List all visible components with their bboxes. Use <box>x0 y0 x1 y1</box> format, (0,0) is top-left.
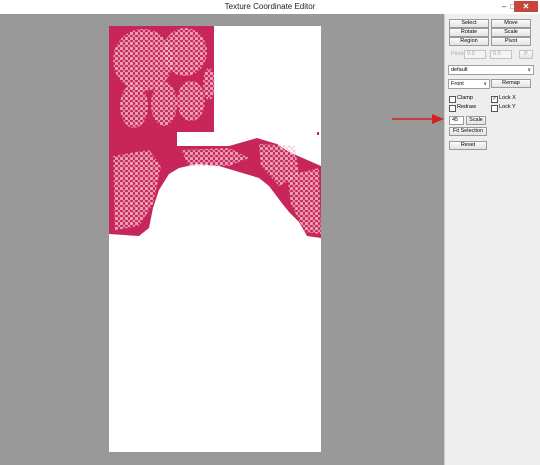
clamp-label: Clamp <box>457 95 473 101</box>
region-button[interactable]: Region <box>449 37 489 46</box>
chevron-down-icon: ∨ <box>527 67 531 73</box>
view-select[interactable]: Front ∨ <box>448 79 490 89</box>
fit-selection-button[interactable]: Fit Selection <box>449 127 487 136</box>
material-select[interactable]: default ∨ <box>448 65 534 75</box>
pivot-label: Pivot: <box>451 51 465 57</box>
scale-apply-button[interactable]: Scale <box>466 116 486 125</box>
reset-button[interactable]: Reset <box>449 141 487 150</box>
pivot-set-button[interactable]: P <box>519 50 533 59</box>
material-select-value: default <box>451 67 468 73</box>
move-button[interactable]: Move <box>491 19 531 28</box>
uv-map-graphic <box>109 26 321 238</box>
close-button[interactable]: ✕ <box>514 1 538 12</box>
redraw-checkbox[interactable] <box>449 105 456 112</box>
title-bar: Texture Coordinate Editor – □ ✕ <box>0 0 540 14</box>
pivot-x-field[interactable]: 0.0 <box>464 50 486 59</box>
remap-button[interactable]: Remap <box>491 79 531 88</box>
pivot-y-field[interactable]: 0.0 <box>490 50 512 59</box>
texture-canvas[interactable] <box>109 26 321 452</box>
scale-value-input[interactable]: 45 <box>449 116 464 125</box>
lock-y-label: Lock Y <box>499 104 516 110</box>
lock-x-label: Lock X <box>499 95 516 101</box>
select-button[interactable]: Select <box>449 19 489 28</box>
rotate-button[interactable]: Rotate <box>449 28 489 37</box>
redraw-label: Redraw <box>457 104 476 110</box>
clamp-checkbox[interactable] <box>449 96 456 103</box>
chevron-down-icon: ∨ <box>483 81 487 87</box>
red-arrow-annotation <box>392 114 444 124</box>
window-title: Texture Coordinate Editor <box>224 2 316 11</box>
uv-islands-top <box>109 26 215 132</box>
view-select-value: Front <box>451 81 464 87</box>
lock-y-checkbox[interactable] <box>491 105 498 112</box>
lock-x-checkbox[interactable]: ✓ <box>491 96 498 103</box>
pivot-button[interactable]: Pivot <box>491 37 531 46</box>
scale-button[interactable]: Scale <box>491 28 531 37</box>
uv-islands-bottom <box>109 132 321 238</box>
